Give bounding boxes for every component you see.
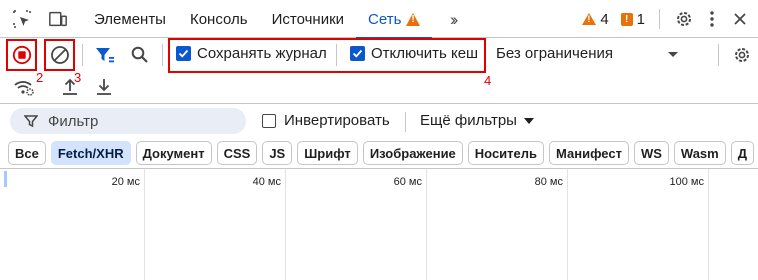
tab-label: Элементы [94,10,166,28]
warnings-counter[interactable]: 4 [582,10,609,28]
timeline-gridline [285,169,286,280]
tab-console[interactable]: Консоль [178,0,260,38]
timeline-gridline [567,169,568,280]
divider [405,112,406,132]
type-filter-chip[interactable]: Wasm [673,141,726,165]
tab-label: Консоль [189,10,248,28]
record-stop-icon[interactable] [10,43,34,67]
warning-icon [582,13,597,25]
timeline-gridline [144,169,145,280]
disable-cache-checkbox[interactable]: Отключить кеш [350,45,478,62]
type-filter-chip[interactable]: Манифест [549,141,629,165]
tab-sources[interactable]: Источники [260,0,356,38]
tab-network[interactable]: Сеть [356,0,433,39]
panel-tabs: Элементы Консоль Источники Сеть [82,0,433,39]
throttling-select[interactable]: Без ограничения [496,45,613,62]
waterfall-timeline: 20 мс 40 мс 60 мс 80 мс 100 мс [0,169,758,280]
network-conditions-icon[interactable] [12,75,36,99]
close-icon[interactable] [726,5,754,33]
warning-icon [406,12,421,26]
divider [82,44,83,66]
filter-row: Фильтр Инвертировать Ещё фильтры [0,104,758,138]
device-toolbar-icon[interactable] [48,9,68,29]
inspect-element-icon[interactable] [12,9,32,29]
settings-gear-icon[interactable] [670,5,698,33]
timeline-tick-label: 40 мс [252,176,281,188]
import-har-upload-icon[interactable] [58,75,82,99]
type-filter-chip[interactable]: Шрифт [297,141,358,165]
caret-down-icon [523,117,534,124]
timeline-tick-label: 60 мс [393,176,422,188]
preserve-log-label: Сохранять журнал [197,45,327,62]
network-settings-gear-icon[interactable] [730,43,754,67]
divider [659,9,660,29]
warnings-count: 4 [600,10,609,28]
tab-label: Сеть [368,10,402,28]
timeline-tick-label: 20 мс [111,176,140,188]
filter-funnel-icon [24,115,38,128]
annotation-number: 4 [484,73,492,88]
more-tabs-icon[interactable]: ›› [450,10,459,30]
preserve-log-checkbox[interactable]: Сохранять журнал [176,45,327,62]
more-options-icon[interactable] [698,5,726,33]
search-icon[interactable] [128,43,152,67]
type-filter-chip[interactable]: Все [8,141,46,165]
resource-type-filters: Все Fetch/XHR Документ CSS JS Шрифт Изображени… [8,141,754,165]
filter-placeholder: Фильтр [48,112,99,130]
filter-funnel-icon[interactable] [93,43,117,67]
type-filter-chip[interactable]: CSS [216,141,258,165]
divider [718,44,719,66]
issues-count: 1 [636,10,645,28]
invert-checkbox[interactable]: Инвертировать [262,112,390,129]
type-filter-chip[interactable]: Носитель [467,141,545,165]
issues-counter[interactable]: ! 1 [620,10,645,28]
checkbox-checked-icon [350,46,365,61]
type-filter-chip[interactable]: Изображение [362,141,463,165]
issue-flag-icon: ! [620,12,633,26]
network-toolbar: 2 3 Сохранять журнал Отключить кеш 4 Без… [0,38,758,104]
export-har-download-icon[interactable] [92,75,116,99]
status-area: 4 ! 1 [582,0,758,38]
more-filters-dropdown[interactable]: Ещё фильтры [420,112,534,129]
timeline-gridline [708,169,709,280]
divider [162,44,163,66]
filter-input[interactable]: Фильтр [10,108,246,134]
more-filters-label: Ещё фильтры [420,112,517,129]
invert-label: Инвертировать [284,112,390,129]
type-filter-chip[interactable]: Документ [135,141,212,165]
chevron-down-icon[interactable] [668,52,678,57]
tab-label: Источники [271,10,345,28]
clear-log-icon[interactable] [48,43,72,67]
type-filter-chip[interactable]: JS [262,141,293,165]
timeline-tick-label: 100 мс [669,176,704,188]
checkbox-unchecked-icon [262,113,276,128]
timeline-tick-label: 80 мс [534,176,563,188]
type-filter-chip[interactable]: Fetch/XHR [50,141,131,165]
tab-elements[interactable]: Элементы [82,0,178,38]
divider [336,44,337,66]
type-filter-chip[interactable]: Д [730,141,754,165]
timeline-start-marker[interactable] [4,171,7,187]
checkbox-checked-icon [176,46,191,61]
annotation-number: 2 [36,70,44,85]
disable-cache-label: Отключить кеш [371,45,479,62]
type-filter-chip[interactable]: WS [633,141,669,165]
devtools-tabbar: Элементы Консоль Источники Сеть ›› 4 ! 1 [0,0,758,39]
timeline-gridline [426,169,427,280]
